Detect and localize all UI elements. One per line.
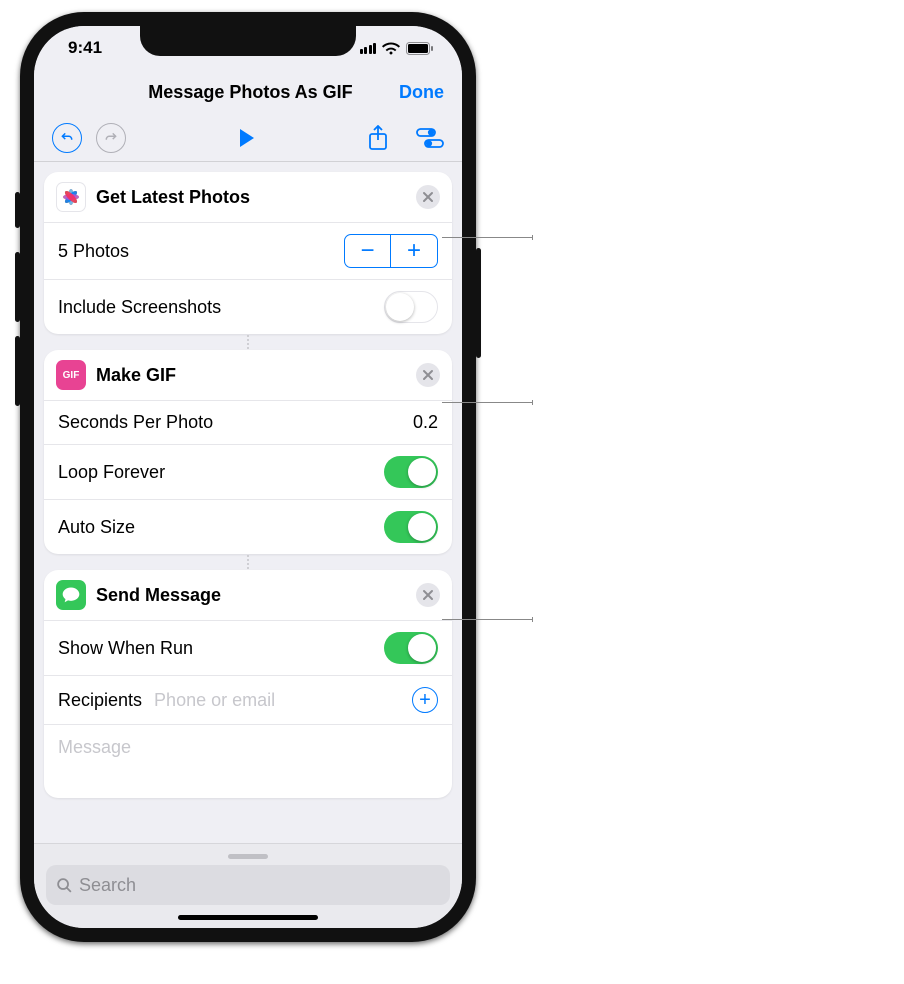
status-time: 9:41 bbox=[68, 38, 102, 58]
seconds-per-photo-label: Seconds Per Photo bbox=[58, 412, 413, 433]
stepper-plus[interactable]: + bbox=[391, 235, 437, 267]
home-indicator[interactable] bbox=[178, 915, 318, 920]
add-recipient-button[interactable]: + bbox=[412, 687, 438, 713]
side-button-silent[interactable] bbox=[15, 192, 20, 228]
settings-toggle-icon[interactable] bbox=[416, 125, 444, 151]
redo-button bbox=[96, 123, 126, 153]
loop-forever-switch[interactable] bbox=[384, 456, 438, 488]
connector-line bbox=[247, 554, 249, 570]
include-screenshots-label: Include Screenshots bbox=[58, 297, 384, 318]
side-button-volume-up[interactable] bbox=[15, 252, 20, 322]
notch bbox=[140, 26, 356, 56]
photo-count-stepper: − + bbox=[344, 234, 438, 268]
search-field[interactable]: Search bbox=[46, 865, 450, 905]
action-card-make-gif: GIF Make GIF Seconds Per Photo 0.2 Loop … bbox=[44, 350, 452, 554]
action-title: Make GIF bbox=[96, 365, 176, 386]
side-button-volume-down[interactable] bbox=[15, 336, 20, 406]
connector-line bbox=[247, 334, 249, 350]
action-title: Get Latest Photos bbox=[96, 187, 250, 208]
nav-bar: Message Photos As GIF Done bbox=[34, 70, 462, 114]
photos-app-icon bbox=[56, 182, 86, 212]
done-button[interactable]: Done bbox=[399, 82, 444, 103]
phone-frame: 9:41 Message Photos As GIF Done bbox=[20, 12, 476, 942]
delete-action-button[interactable] bbox=[416, 583, 440, 607]
callout-line bbox=[442, 402, 532, 403]
recipients-label: Recipients bbox=[58, 690, 142, 711]
play-button[interactable] bbox=[238, 128, 256, 148]
cellular-signal-icon bbox=[360, 43, 377, 54]
callout-line bbox=[442, 237, 532, 238]
auto-size-switch[interactable] bbox=[384, 511, 438, 543]
action-title: Send Message bbox=[96, 585, 221, 606]
include-screenshots-switch[interactable] bbox=[384, 291, 438, 323]
gif-icon: GIF bbox=[56, 360, 86, 390]
phone-screen: 9:41 Message Photos As GIF Done bbox=[34, 26, 462, 928]
seconds-per-photo-value[interactable]: 0.2 bbox=[413, 412, 438, 433]
auto-size-label: Auto Size bbox=[58, 517, 384, 538]
wifi-icon bbox=[382, 42, 400, 55]
callout-line bbox=[442, 619, 532, 620]
show-when-run-label: Show When Run bbox=[58, 638, 384, 659]
delete-action-button[interactable] bbox=[416, 363, 440, 387]
undo-button[interactable] bbox=[52, 123, 82, 153]
stepper-minus[interactable]: − bbox=[345, 235, 391, 267]
toolbar bbox=[34, 114, 462, 162]
battery-icon bbox=[406, 42, 434, 55]
search-placeholder: Search bbox=[79, 875, 136, 896]
panel-grabber[interactable] bbox=[228, 854, 268, 859]
action-card-send-message: Send Message Show When Run Recipients Ph… bbox=[44, 570, 452, 798]
action-search-panel[interactable]: Search bbox=[34, 843, 462, 928]
photo-count-label: 5 Photos bbox=[58, 241, 344, 262]
search-icon bbox=[56, 877, 73, 894]
message-input[interactable]: Message bbox=[44, 725, 452, 798]
workflow-content[interactable]: Get Latest Photos 5 Photos − + Include S… bbox=[34, 162, 462, 843]
delete-action-button[interactable] bbox=[416, 185, 440, 209]
recipients-input[interactable]: Phone or email bbox=[154, 690, 412, 711]
show-when-run-switch[interactable] bbox=[384, 632, 438, 664]
page-title: Message Photos As GIF bbox=[102, 82, 399, 103]
side-button-power[interactable] bbox=[476, 248, 481, 358]
messages-app-icon bbox=[56, 580, 86, 610]
action-card-get-latest-photos: Get Latest Photos 5 Photos − + Include S… bbox=[44, 172, 452, 334]
loop-forever-label: Loop Forever bbox=[58, 462, 384, 483]
share-button[interactable] bbox=[368, 125, 388, 151]
